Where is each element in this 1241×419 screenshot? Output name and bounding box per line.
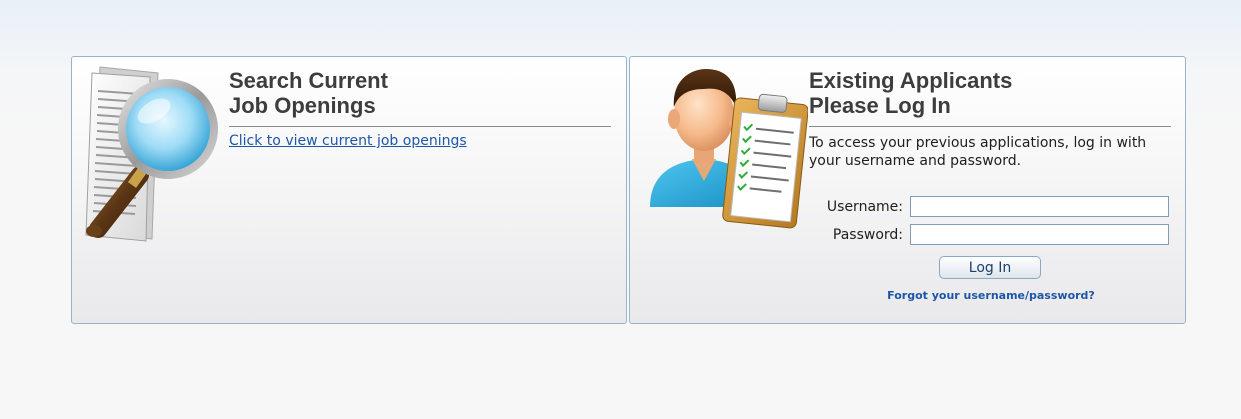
search-jobs-panel: Search Current Job Openings Click to vie… (71, 56, 627, 324)
search-jobs-heading-line1: Search Current (229, 68, 388, 93)
search-jobs-heading: Search Current Job Openings (229, 68, 388, 118)
person-with-clipboard-icon (650, 69, 808, 229)
login-heading-line1: Existing Applicants (809, 68, 1013, 93)
login-heading: Existing Applicants Please Log In (809, 68, 1012, 118)
login-heading-divider (809, 126, 1171, 127)
applicant-login-panel: Existing Applicants Please Log In To acc… (629, 56, 1186, 324)
view-job-openings-link[interactable]: Click to view current job openings (229, 133, 467, 149)
search-jobs-heading-line2: Job Openings (229, 93, 376, 118)
magnifying-glass-document-icon (85, 66, 218, 242)
password-input[interactable] (910, 224, 1169, 245)
login-button[interactable]: Log In (939, 256, 1041, 279)
search-heading-divider (229, 126, 611, 127)
forgot-credentials-link[interactable]: Forgot your username/password? (880, 289, 1102, 302)
login-heading-line2: Please Log In (809, 93, 951, 118)
login-instructions: To access your previous applications, lo… (809, 135, 1147, 169)
username-input[interactable] (910, 196, 1169, 217)
username-label: Username: (826, 199, 903, 215)
password-label: Password: (832, 227, 903, 243)
